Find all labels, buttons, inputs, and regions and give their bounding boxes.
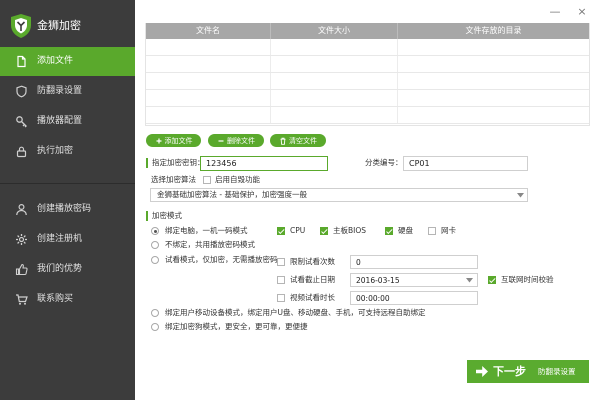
mode-option-label: 不绑定，共用播放密码模式 xyxy=(165,240,255,249)
bind-bios-label: 主板BIOS xyxy=(333,226,367,235)
gear-icon xyxy=(16,234,27,245)
mode-option-label: 绑定用户移动设备模式，绑定用户U盘、移动硬盘、手机，可支持远程自助绑定 xyxy=(165,308,426,317)
category-input[interactable] xyxy=(403,156,528,171)
table-row xyxy=(146,90,589,107)
algorithm-select[interactable]: 金狮基础加密算法 - 基础保护，加密强度一般 xyxy=(150,188,528,202)
self-destruct-label: 启用自毁功能 xyxy=(215,175,260,184)
trial-end-date-input[interactable] xyxy=(350,273,478,287)
encryption-mode-label: 加密模式 xyxy=(152,211,182,220)
key-icon xyxy=(16,116,27,128)
mode-radio-trial[interactable] xyxy=(151,256,159,264)
lock-icon xyxy=(16,146,27,158)
self-destruct-checkbox[interactable] xyxy=(203,176,211,184)
sidebar-item-run-encryption[interactable]: 执行加密 xyxy=(0,137,135,166)
sidebar-item-advantages[interactable]: 我们的优势 xyxy=(0,255,135,284)
sidebar-item-create-keygen[interactable]: 创建注册机 xyxy=(0,225,135,254)
sidebar-item-label: 执行加密 xyxy=(37,146,74,156)
sidebar-item-label: 播放器配置 xyxy=(37,116,83,126)
sidebar-item-label: 创建注册机 xyxy=(37,234,83,244)
shield-logo-icon xyxy=(11,14,31,38)
mode-radio-bind-computer[interactable] xyxy=(151,227,159,235)
limit-trial-count-label: 限制试看次数 xyxy=(290,257,335,266)
trial-duration-input[interactable] xyxy=(350,291,478,305)
trial-duration-checkbox[interactable] xyxy=(277,294,285,302)
sidebar-divider xyxy=(0,183,135,184)
bind-nic-label: 网卡 xyxy=(441,226,456,235)
sidebar-item-label: 创建播放密码 xyxy=(37,204,92,214)
add-file-label: 添加文件 xyxy=(164,136,193,145)
sidebar: 金狮加密 添加文件 防翻录设置 播放器配置 执行加密 创建播放密码 创建注册机 … xyxy=(0,0,135,400)
mode-radio-dongle[interactable] xyxy=(151,323,159,331)
internet-time-check-checkbox[interactable] xyxy=(488,276,496,284)
sidebar-item-create-play-password[interactable]: 创建播放密码 xyxy=(0,195,135,224)
cart-icon xyxy=(16,294,28,305)
bind-cpu-label: CPU xyxy=(290,226,306,235)
thumbs-up-icon xyxy=(15,263,28,276)
minimize-button[interactable]: — xyxy=(547,4,563,20)
bind-disk-label: 硬盘 xyxy=(398,226,413,235)
trial-count-input[interactable] xyxy=(350,255,478,269)
sidebar-item-anti-record[interactable]: 防翻录设置 xyxy=(0,77,135,106)
bind-bios-checkbox[interactable] xyxy=(320,227,328,235)
encryption-key-input[interactable] xyxy=(200,156,328,171)
table-row xyxy=(146,73,589,90)
file-table: 文件名 文件大小 文件存放的目录 xyxy=(145,23,590,126)
add-file-button[interactable]: 添加文件 xyxy=(146,134,201,147)
chevron-down-icon[interactable] xyxy=(466,278,473,283)
minus-icon xyxy=(218,139,224,142)
bind-nic-checkbox[interactable] xyxy=(428,227,436,235)
sidebar-item-label: 联系购买 xyxy=(37,294,74,304)
next-step-name: 防翻录设置 xyxy=(538,367,576,376)
trial-duration-label: 视频试看时长 xyxy=(290,293,335,302)
clear-files-label: 清空文件 xyxy=(289,136,317,145)
mode-option-label: 试看模式，仅加密，无需播放密码 xyxy=(165,255,278,264)
sidebar-item-label: 防翻录设置 xyxy=(37,86,83,96)
bind-disk-checkbox[interactable] xyxy=(385,227,393,235)
bind-cpu-checkbox[interactable] xyxy=(277,227,285,235)
sidebar-item-player-config[interactable]: 播放器配置 xyxy=(0,107,135,136)
plus-icon xyxy=(156,138,161,143)
next-button-label: 下一步 xyxy=(493,365,526,378)
delete-file-label: 删除文件 xyxy=(227,136,255,145)
sidebar-item-contact-purchase[interactable]: 联系购买 xyxy=(0,285,135,314)
category-label: 分类编号： xyxy=(365,158,403,167)
column-header-filesize[interactable]: 文件大小 xyxy=(271,23,398,39)
app-title: 金狮加密 xyxy=(37,19,81,32)
delete-file-button[interactable]: 删除文件 xyxy=(208,134,264,147)
table-row xyxy=(146,107,589,124)
limit-trial-count-checkbox[interactable] xyxy=(277,258,285,266)
trial-end-date-checkbox[interactable] xyxy=(277,276,285,284)
mode-radio-shared-password[interactable] xyxy=(151,241,159,249)
mode-radio-mobile-device[interactable] xyxy=(151,309,159,317)
clear-files-button[interactable]: 清空文件 xyxy=(270,134,326,147)
section-marker xyxy=(146,211,148,221)
table-header: 文件名 文件大小 文件存放的目录 xyxy=(146,23,589,39)
mode-option-label: 绑定加密狗模式，更安全，更可靠，更便捷 xyxy=(165,322,308,331)
sidebar-item-add-file[interactable]: 添加文件 xyxy=(0,47,135,76)
trash-icon xyxy=(280,137,286,145)
arrow-right-icon xyxy=(476,366,488,377)
algorithm-label: 选择加密算法 xyxy=(151,175,196,184)
internet-time-check-label: 互联网时间校验 xyxy=(501,275,554,284)
sidebar-item-label: 我们的优势 xyxy=(37,264,83,274)
mode-option-label: 绑定电脑，一机一码模式 xyxy=(165,226,248,235)
encryption-key-label: 指定加密密钥： xyxy=(152,158,205,167)
section-marker xyxy=(146,158,148,168)
table-row xyxy=(146,39,589,56)
column-header-filename[interactable]: 文件名 xyxy=(146,23,271,39)
sidebar-item-label: 添加文件 xyxy=(37,56,74,66)
user-icon xyxy=(16,203,27,216)
column-header-directory[interactable]: 文件存放的目录 xyxy=(398,23,589,39)
shield-icon xyxy=(16,85,27,98)
chevron-down-icon xyxy=(517,193,524,198)
close-button[interactable]: × xyxy=(574,4,590,20)
file-icon xyxy=(17,55,26,68)
trial-end-date-label: 试看截止日期 xyxy=(290,275,335,284)
table-row xyxy=(146,56,589,73)
algorithm-select-value: 金狮基础加密算法 - 基础保护，加密强度一般 xyxy=(157,190,307,199)
next-button[interactable]: 下一步 防翻录设置 xyxy=(467,360,589,383)
